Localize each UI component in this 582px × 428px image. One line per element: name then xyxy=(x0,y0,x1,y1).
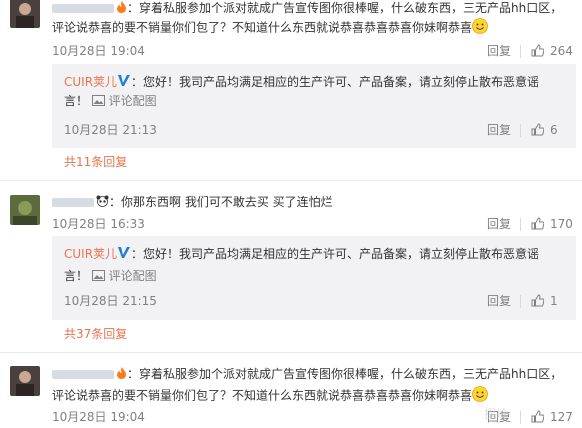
comment-text: ：你那东西啊 我们可不敢去买 买了连怕烂 xyxy=(109,195,333,209)
divider xyxy=(520,45,521,58)
like-count: 264 xyxy=(550,44,573,58)
divider xyxy=(0,352,582,353)
comment-text: 评论说恭喜的要不销量你们包了？不知道什么东西就说恭喜恭喜恭喜你妹啊恭喜 xyxy=(52,388,473,403)
reply-text: ：您好！我司产品均满足相应的生产许可、产品备案，请立刻停止散布恶意谣 xyxy=(131,75,540,89)
like-count: 127 xyxy=(550,410,573,424)
like-button[interactable]: 264 xyxy=(531,43,573,61)
view-image-link[interactable]: 评论配图 xyxy=(109,94,157,108)
divider xyxy=(520,218,521,231)
username[interactable] xyxy=(52,370,114,379)
reply-button[interactable]: 回复 xyxy=(487,293,511,309)
reply-text: 言！ xyxy=(64,269,89,283)
reply-author[interactable]: CUIR荚儿 xyxy=(64,247,117,261)
flame-badge-icon xyxy=(116,0,127,17)
username[interactable] xyxy=(52,198,94,207)
thumb-up-icon xyxy=(531,44,545,61)
username[interactable] xyxy=(52,4,114,13)
reply-time: 10月28日 21:13 xyxy=(64,123,157,137)
comment-text: ：穿着私服参加个派对就成广告宣传图你很棒喔，什么破东西，三无产品hh口区， xyxy=(127,1,563,15)
comment-time: 10月28日 19:04 xyxy=(52,44,145,58)
thumb-up-icon xyxy=(531,217,545,234)
smile-emoji-icon xyxy=(472,18,488,38)
view-image-link[interactable]: 评论配图 xyxy=(109,269,157,283)
thumb-up-icon xyxy=(531,410,545,427)
more-replies-link[interactable]: 共11条回复 xyxy=(64,154,127,170)
comment-text: ：穿着私服参加个派对就成广告宣传图你很棒喔，什么破东西，三无产品hh口区， xyxy=(127,367,563,381)
smile-emoji-icon xyxy=(472,386,488,406)
more-replies-link[interactable]: 共37条回复 xyxy=(64,326,127,342)
verified-v-icon xyxy=(117,74,131,91)
reply-button[interactable]: 回复 xyxy=(487,216,511,232)
like-button[interactable]: 170 xyxy=(531,216,573,234)
like-button[interactable]: 1 xyxy=(531,293,558,311)
like-button[interactable]: 127 xyxy=(531,409,573,427)
reply-button[interactable]: 回复 xyxy=(487,43,511,59)
watermark: 探岭 xyxy=(483,407,508,421)
thumb-up-icon xyxy=(531,294,545,311)
reply-text: 言！ xyxy=(64,94,89,108)
like-button[interactable]: 6 xyxy=(531,122,558,140)
thumb-up-icon xyxy=(531,123,545,140)
avatar[interactable] xyxy=(10,366,40,396)
flame-badge-icon xyxy=(116,366,127,383)
comment-text: 评论说恭喜的要不销量你们包了？不知道什么东西就说恭喜恭喜恭喜你妹啊恭喜 xyxy=(52,20,473,35)
avatar[interactable] xyxy=(10,0,40,28)
divider xyxy=(520,411,521,424)
image-icon xyxy=(91,269,105,285)
reply-text: ：您好！我司产品均满足相应的生产许可、产品备案，请立刻停止散布恶意谣 xyxy=(131,247,540,261)
divider xyxy=(520,124,521,137)
comment-time: 10月28日 19:04 xyxy=(52,410,145,424)
image-icon xyxy=(91,94,105,110)
comment-feed: ：穿着私服参加个派对就成广告宣传图你很棒喔，什么破东西，三无产品hh口区， 评论… xyxy=(0,0,582,428)
like-count: 6 xyxy=(550,123,558,137)
reply-time: 10月28日 21:15 xyxy=(64,294,157,308)
avatar[interactable] xyxy=(10,195,40,225)
comment-time: 10月28日 16:33 xyxy=(52,217,145,231)
like-count: 1 xyxy=(550,294,558,308)
reply-button[interactable]: 回复 xyxy=(487,122,511,138)
like-count: 170 xyxy=(550,217,573,231)
divider xyxy=(520,295,521,308)
reply-author[interactable]: CUIR荚儿 xyxy=(64,75,117,89)
divider xyxy=(0,180,582,181)
verified-v-icon xyxy=(117,246,131,263)
panda-badge-icon xyxy=(96,195,109,211)
